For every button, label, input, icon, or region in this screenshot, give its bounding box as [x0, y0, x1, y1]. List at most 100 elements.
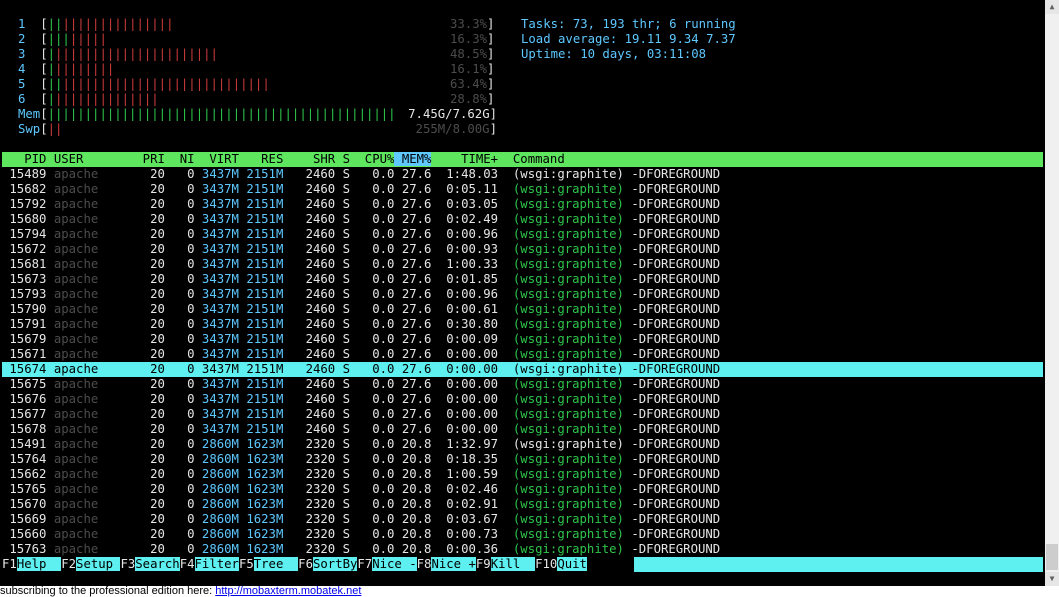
- nice-cell: 0: [164, 347, 195, 361]
- function-key-f6[interactable]: F6SortBy: [298, 557, 358, 571]
- cpu-cell: 0.0: [350, 287, 395, 301]
- process-row[interactable]: 15677 apache 20 0 3437M 2151M 2460 S 0.0…: [2, 407, 1043, 422]
- res-cell: 1623M: [238, 527, 284, 541]
- function-key-f4[interactable]: F4Filter: [179, 557, 239, 571]
- process-row[interactable]: 15676 apache 20 0 3437M 2151M 2460 S 0.0…: [2, 392, 1043, 407]
- user-cell: apache: [46, 272, 114, 286]
- shr-cell: 2460: [283, 407, 336, 421]
- vertical-scrollbar[interactable]: ▲ ▼: [1045, 0, 1059, 586]
- process-row[interactable]: 15791 apache 20 0 3437M 2151M 2460 S 0.0…: [2, 317, 1043, 332]
- function-key-f7[interactable]: F7Nice -: [357, 557, 417, 571]
- function-key-f10[interactable]: F10Quit: [535, 557, 587, 571]
- shr-cell: 2320: [283, 452, 336, 466]
- process-row[interactable]: 15793 apache 20 0 3437M 2151M 2460 S 0.0…: [2, 287, 1043, 302]
- priority-cell: 20: [113, 257, 165, 271]
- column-header-command[interactable]: Command: [498, 152, 565, 166]
- process-row[interactable]: 15673 apache 20 0 3437M 2151M 2460 S 0.0…: [2, 272, 1043, 287]
- process-row[interactable]: 15679 apache 20 0 3437M 2151M 2460 S 0.0…: [2, 332, 1043, 347]
- process-row[interactable]: 15669 apache 20 0 2860M 1623M 2320 S 0.0…: [2, 512, 1043, 527]
- function-key-f2[interactable]: F2Setup: [61, 557, 121, 571]
- time-cell: 0:00.36: [431, 542, 499, 556]
- priority-cell: 20: [113, 167, 165, 181]
- meter-bracket: [: [25, 17, 48, 31]
- column-header-user[interactable]: USER: [46, 152, 113, 166]
- meter-bracket: [: [25, 77, 48, 91]
- function-key-f9[interactable]: F9Kill: [475, 557, 536, 571]
- function-key-f5[interactable]: F5Tree: [238, 557, 299, 571]
- process-row[interactable]: 15670 apache 20 0 2860M 1623M 2320 S 0.0…: [2, 497, 1043, 512]
- mem-cell: 27.6: [394, 242, 432, 256]
- state-cell: S: [335, 227, 350, 241]
- user-cell: apache: [46, 227, 114, 241]
- user-cell: apache: [46, 452, 114, 466]
- column-header-shr[interactable]: SHR: [283, 152, 335, 166]
- process-row[interactable]: 15662 apache 20 0 2860M 1623M 2320 S 0.0…: [2, 467, 1043, 482]
- mem-cell: 27.6: [394, 407, 432, 421]
- process-row[interactable]: 15794 apache 20 0 3437M 2151M 2460 S 0.0…: [2, 227, 1043, 242]
- command-cell: (wsgi:graphite): [498, 317, 624, 331]
- pid-cell: 15681: [2, 257, 47, 271]
- res-cell: 2151M: [238, 212, 284, 226]
- command-cell: (wsgi:graphite): [498, 527, 624, 541]
- column-header-res[interactable]: RES: [239, 152, 283, 166]
- column-header-mem[interactable]: MEM%: [394, 152, 432, 166]
- column-header-ni[interactable]: NI: [165, 152, 195, 166]
- mem-cell: 27.6: [394, 197, 432, 211]
- process-row[interactable]: 15765 apache 20 0 2860M 1623M 2320 S 0.0…: [2, 482, 1043, 497]
- function-key-f3[interactable]: F3Search: [120, 557, 180, 571]
- res-cell: 2151M: [238, 362, 284, 376]
- process-row[interactable]: 15674 apache 20 0 3437M 2151M 2460 S 0.0…: [2, 362, 1043, 377]
- function-key-f8[interactable]: F8Nice +: [416, 557, 476, 571]
- process-row[interactable]: 15764 apache 20 0 2860M 1623M 2320 S 0.0…: [2, 452, 1043, 467]
- res-cell: 2151M: [238, 407, 284, 421]
- process-row[interactable]: 15671 apache 20 0 3437M 2151M 2460 S 0.0…: [2, 347, 1043, 362]
- virt-cell: 3437M: [194, 362, 239, 376]
- column-header-pid[interactable]: PID: [2, 152, 46, 166]
- load-text: Load average: 19.11 9.34 7.37: [521, 32, 736, 46]
- priority-cell: 20: [113, 197, 165, 211]
- scroll-up-icon[interactable]: ▲: [1045, 0, 1059, 14]
- scroll-thumb[interactable]: [1046, 544, 1058, 570]
- command-args-cell: -DFOREGROUND: [623, 392, 721, 406]
- priority-cell: 20: [113, 272, 165, 286]
- process-row[interactable]: 15682 apache 20 0 3437M 2151M 2460 S 0.0…: [2, 182, 1043, 197]
- process-row[interactable]: 15678 apache 20 0 3437M 2151M 2460 S 0.0…: [2, 422, 1043, 437]
- virt-cell: 3437M: [194, 257, 239, 271]
- column-header-cpu[interactable]: CPU%: [350, 152, 395, 166]
- pid-cell: 15790: [2, 302, 47, 316]
- column-header-s[interactable]: S: [335, 152, 350, 166]
- column-header-pri[interactable]: PRI: [113, 152, 165, 166]
- process-row[interactable]: 15672 apache 20 0 3437M 2151M 2460 S 0.0…: [2, 242, 1043, 257]
- shr-cell: 2460: [283, 392, 336, 406]
- footer-link[interactable]: http://mobaxterm.mobatek.net: [215, 586, 361, 597]
- user-cell: apache: [46, 287, 114, 301]
- process-row[interactable]: 15792 apache 20 0 3437M 2151M 2460 S 0.0…: [2, 197, 1043, 212]
- process-table-header[interactable]: PID USER PRI NI VIRT RES SHR S CPU% MEM%…: [2, 152, 1043, 167]
- process-row[interactable]: 15763 apache 20 0 2860M 1623M 2320 S 0.0…: [2, 542, 1043, 557]
- function-key-code: F1: [2, 557, 17, 571]
- cpu-normal-bars: |: [47, 47, 56, 61]
- nice-cell: 0: [164, 212, 195, 226]
- function-key-label: Help: [16, 557, 62, 571]
- process-row[interactable]: 15491 apache 20 0 2860M 1623M 2320 S 0.0…: [2, 437, 1043, 452]
- meter-bracket: ]: [487, 32, 495, 46]
- process-row[interactable]: 15680 apache 20 0 3437M 2151M 2460 S 0.0…: [2, 212, 1043, 227]
- shr-cell: 2320: [283, 497, 336, 511]
- column-header-time[interactable]: TIME+: [431, 152, 498, 166]
- command-cell: (wsgi:graphite): [498, 392, 624, 406]
- process-row[interactable]: 15675 apache 20 0 3437M 2151M 2460 S 0.0…: [2, 377, 1043, 392]
- process-row[interactable]: 15790 apache 20 0 3437M 2151M 2460 S 0.0…: [2, 302, 1043, 317]
- priority-cell: 20: [113, 422, 165, 436]
- nice-cell: 0: [164, 407, 195, 421]
- virt-cell: 3437M: [194, 392, 239, 406]
- process-row[interactable]: 15489 apache 20 0 3437M 2151M 2460 S 0.0…: [2, 167, 1043, 182]
- scroll-down-icon[interactable]: ▼: [1045, 572, 1059, 586]
- process-row[interactable]: 15660 apache 20 0 2860M 1623M 2320 S 0.0…: [2, 527, 1043, 542]
- process-row[interactable]: 15681 apache 20 0 3437M 2151M 2460 S 0.0…: [2, 257, 1043, 272]
- function-key-f1[interactable]: F1Help: [2, 557, 62, 571]
- terminal-window[interactable]: 1 [||||||||||||||||| 33.3%] 2 [|||||||| 16.…: [0, 0, 1045, 586]
- cpu-kernel-bars: ||||||||: [55, 62, 115, 76]
- nice-cell: 0: [164, 287, 195, 301]
- column-header-virt[interactable]: VIRT: [195, 152, 239, 166]
- virt-cell: 3437M: [194, 227, 239, 241]
